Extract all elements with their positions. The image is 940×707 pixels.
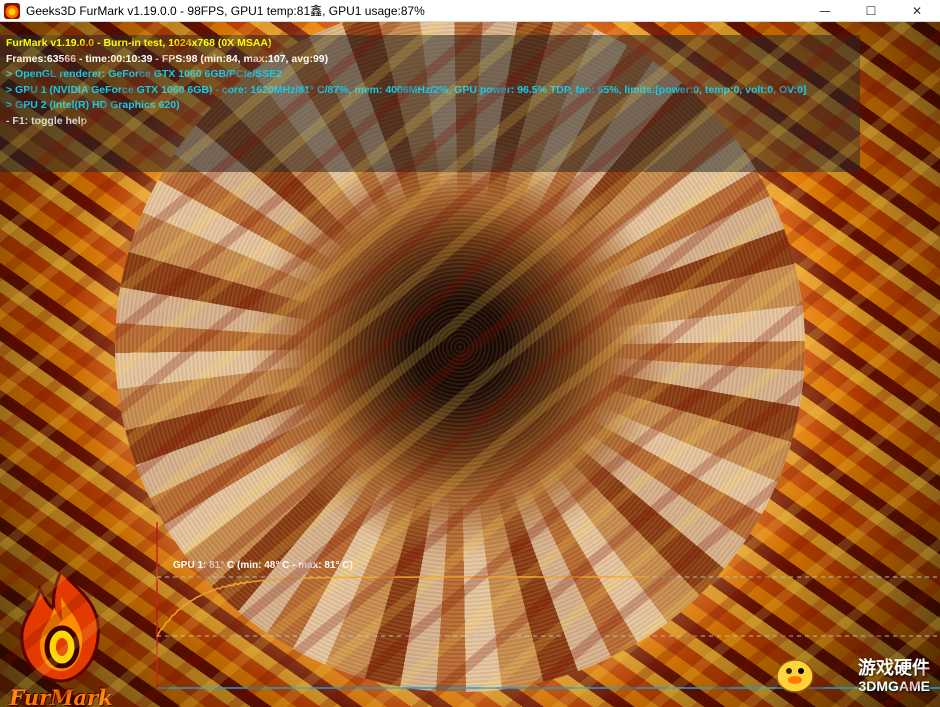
- maximize-icon: ☐: [865, 4, 877, 18]
- minimize-icon: —: [819, 4, 831, 18]
- temperature-graph-label: GPU 1: 81° C (min: 48° C - max: 81° C): [173, 560, 353, 571]
- window-title: Geeks3D FurMark v1.19.0.0 - 98FPS, GPU1 …: [26, 4, 425, 18]
- 3dmgame-watermark: 游戏硬件 3DMGAME: [770, 644, 930, 704]
- watermark-cn-text: 游戏硬件: [858, 658, 930, 679]
- render-viewport[interactable]: FurMark v1.19.0.0 - Burn-in test, 1024x7…: [0, 22, 940, 707]
- hud-title-line: FurMark v1.19.0.0 - Burn-in test, 1024x7…: [6, 37, 272, 49]
- duck-mascot-icon: [776, 659, 814, 693]
- close-button[interactable]: ✕: [894, 0, 940, 22]
- furmark-logo-text: FurMark: [9, 685, 113, 707]
- hud-frames-line: Frames:63566 - time:00:10:39 - FPS:98 (m…: [6, 52, 329, 65]
- hud-renderer-line: > OpenGL renderer: GeForce GTX 1060 6GB/…: [6, 68, 283, 80]
- title-bar[interactable]: Geeks3D FurMark v1.19.0.0 - 98FPS, GPU1 …: [0, 0, 940, 22]
- close-icon: ✕: [911, 4, 923, 18]
- temperature-line: [156, 576, 649, 638]
- hud-info-panel: FurMark v1.19.0.0 - Burn-in test, 1024x7…: [6, 36, 806, 129]
- hud-gpu1-line: > GPU 1 (NVIDIA GeForce GTX 1060 6GB) - …: [6, 83, 807, 96]
- watermark-brand-text: 3DMGAME: [858, 678, 930, 694]
- furmark-app-icon: [4, 2, 20, 19]
- hud-gpu2-line: > GPU 2 (Intel(R) HD Graphics 620): [6, 99, 180, 111]
- flame-logo-icon: [20, 568, 100, 683]
- furmark-window: Geeks3D FurMark v1.19.0.0 - 98FPS, GPU1 …: [0, 0, 940, 707]
- furmark-logo: FurMark: [6, 567, 116, 707]
- maximize-button[interactable]: ☐: [848, 0, 894, 22]
- minimize-button[interactable]: —: [802, 0, 848, 22]
- hud-help-line: - F1: toggle help: [6, 114, 88, 127]
